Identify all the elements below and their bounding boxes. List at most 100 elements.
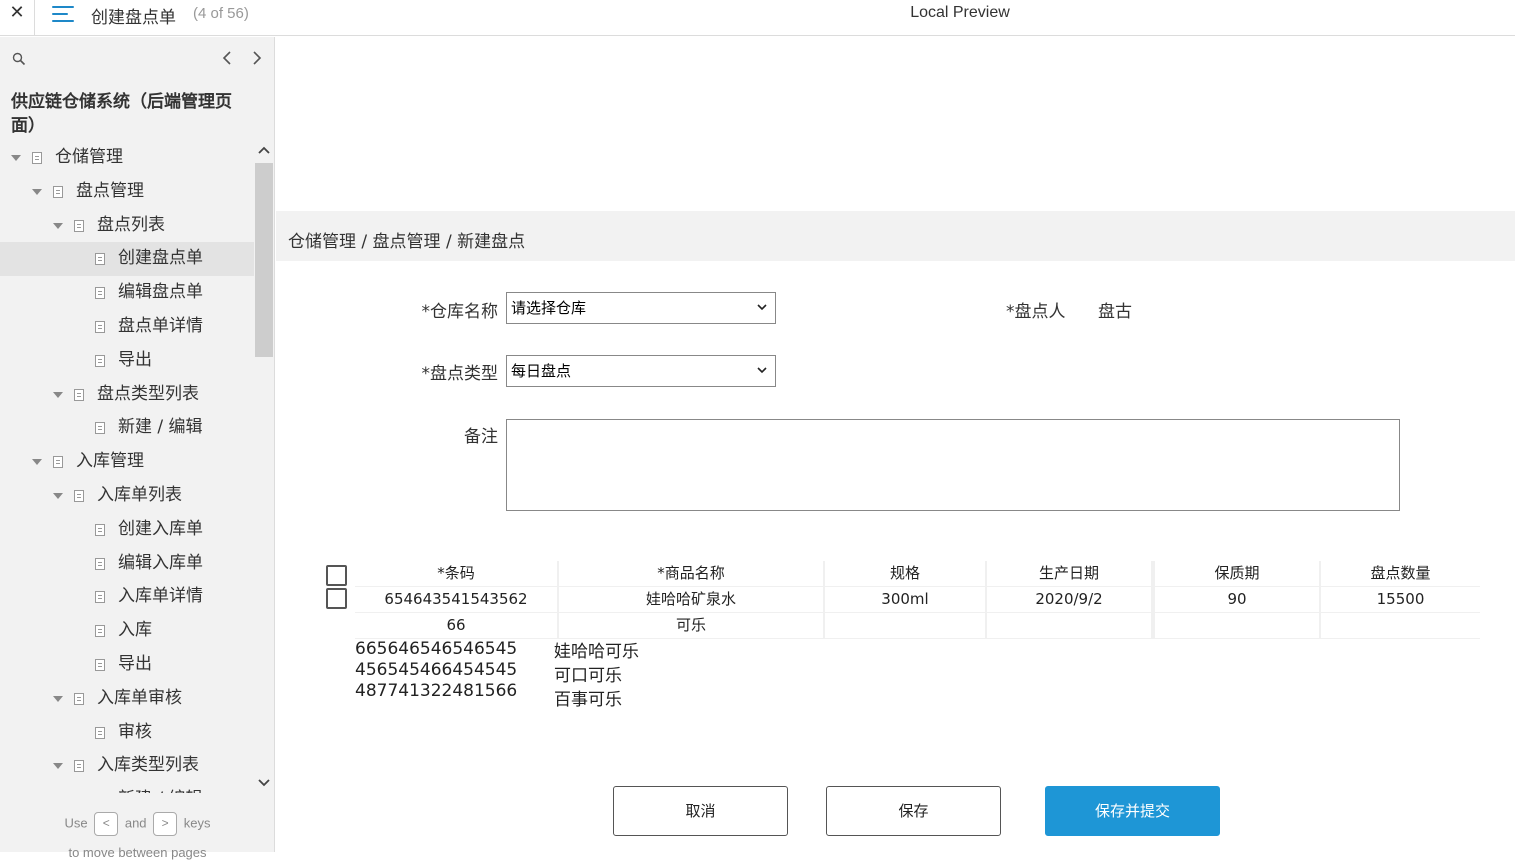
sidebar-tree-item[interactable]: 入库 [0, 614, 254, 648]
header-checkbox[interactable] [326, 565, 347, 586]
sidebar-tree-item[interactable]: 导出 [0, 648, 254, 682]
counter-value: 盘古 [1098, 302, 1132, 322]
sidebar-tree-item[interactable]: 导出 [0, 344, 254, 378]
keyboard-hint-line2: to move between pages [68, 845, 207, 860]
type-label: *盘点类型 [421, 364, 499, 384]
sidebar-tree-item[interactable]: 盘点管理 [0, 175, 254, 209]
sidebar-item-label: 创建盘点单 [118, 248, 203, 269]
page-icon [95, 354, 105, 367]
page-icon [95, 287, 105, 300]
page-icon [95, 591, 105, 604]
save-button[interactable]: 保存 [826, 786, 1001, 836]
suggestion-item[interactable]: 可口可乐 [554, 664, 639, 688]
caret-down-icon[interactable] [53, 492, 63, 499]
breadcrumb: 仓储管理 / 盘点管理 / 新建盘点 [288, 232, 526, 252]
save-submit-button[interactable]: 保存并提交 [1045, 786, 1220, 836]
sidebar-tree-item[interactable]: 编辑入库单 [0, 547, 254, 581]
table-cell[interactable]: 娃哈哈矿泉水 [559, 587, 823, 612]
caret-down-icon[interactable] [32, 188, 42, 195]
menu-icon[interactable] [52, 4, 74, 24]
table-header-cell: *条码 [355, 561, 557, 586]
table-cell[interactable] [987, 613, 1151, 638]
sidebar-item-label: 导出 [118, 653, 152, 674]
sidebar-tree-item[interactable]: 盘点单详情 [0, 310, 254, 344]
row-checkbox[interactable] [326, 588, 347, 609]
sidebar-tree-item[interactable]: 入库单审核 [0, 682, 254, 716]
page-icon [95, 726, 105, 739]
preview-title: Local Preview [910, 4, 1010, 21]
cancel-button[interactable]: 取消 [613, 786, 788, 836]
close-icon[interactable]: ✕ [0, 0, 34, 28]
caret-down-icon[interactable] [53, 391, 63, 398]
remark-textarea[interactable] [506, 419, 1400, 511]
caret-down-icon[interactable] [53, 763, 63, 770]
sidebar-item-label: 入库单审核 [97, 687, 182, 708]
sidebar-tree-item[interactable]: 新建 / 编辑 [0, 411, 254, 445]
page-icon [53, 185, 63, 198]
table-cell[interactable]: 654643541543562 [355, 587, 557, 612]
sidebar-tree-item[interactable]: 入库单详情 [0, 580, 254, 614]
chevron-up-icon[interactable] [258, 145, 270, 155]
page-icon [95, 422, 105, 435]
page-name: 创建盘点单 [91, 8, 176, 28]
sidebar-item-label: 入库单列表 [97, 484, 182, 505]
table-cell[interactable]: 66 [355, 613, 557, 638]
sidebar-tree-item[interactable]: 创建入库单 [0, 513, 254, 547]
table-cell[interactable]: 可乐 [559, 613, 823, 638]
warehouse-select-value: 请选择仓库 [511, 299, 587, 317]
warehouse-select[interactable]: 请选择仓库 [506, 292, 776, 324]
main-content: 仓储管理 / 盘点管理 / 新建盘点 *仓库名称 请选择仓库 *盘点人 盘古 *… [276, 37, 1515, 852]
suggestion-item[interactable]: 665646546546545 [355, 639, 517, 660]
name-suggestions: 娃哈哈可乐 可口可乐 百事可乐 [554, 640, 639, 712]
suggestion-item[interactable]: 娃哈哈可乐 [554, 640, 639, 664]
keyboard-hint: Use < and > keys [0, 812, 275, 836]
sidebar-tree-item[interactable]: 入库单列表 [0, 479, 254, 513]
counter-label: *盘点人 [1006, 302, 1066, 322]
table-header-cell: 盘点数量 [1321, 561, 1480, 586]
caret-down-icon[interactable] [53, 695, 63, 702]
sidebar-tree-item[interactable]: 盘点类型列表 [0, 378, 254, 412]
suggestion-item[interactable]: 456545466454545 [355, 660, 517, 681]
sidebar-item-label: 审核 [118, 721, 152, 742]
suggestion-item[interactable]: 487741322481566 [355, 681, 517, 702]
search-icon[interactable] [12, 52, 26, 66]
hint-text: keys [183, 815, 211, 831]
sidebar-scrollbar[interactable] [254, 141, 274, 793]
sidebar: 供应链仓储系统（后端管理页面） 仓储管理 盘点管理 盘点列表 创建盘点单 编辑盘点单 盘点… [0, 37, 275, 860]
chevron-down-icon [757, 304, 767, 311]
sidebar-tree-item[interactable]: 入库管理 [0, 445, 254, 479]
scroll-thumb[interactable] [255, 163, 273, 357]
chevron-left-icon[interactable] [220, 48, 236, 68]
chevron-down-icon[interactable] [258, 778, 270, 788]
table-cell[interactable] [825, 613, 985, 638]
table-cell[interactable]: 90 [1155, 587, 1319, 612]
sidebar-tree-item[interactable]: 仓储管理 [0, 141, 254, 175]
prev-key: < [94, 812, 119, 836]
warehouse-label: *仓库名称 [421, 302, 499, 322]
sidebar-item-label: 盘点类型列表 [97, 383, 199, 404]
caret-down-icon[interactable] [53, 222, 63, 229]
chevron-right-icon[interactable] [249, 48, 265, 68]
sidebar-tree-item[interactable]: 编辑盘点单 [0, 276, 254, 310]
table-cell[interactable]: 300ml [825, 587, 985, 612]
page-icon [95, 625, 105, 638]
suggestion-item[interactable]: 百事可乐 [554, 688, 639, 712]
table-cell[interactable] [1321, 613, 1480, 638]
sidebar-tree-item[interactable]: 盘点列表 [0, 209, 254, 243]
page-icon [74, 388, 84, 401]
remark-label: 备注 [464, 427, 498, 447]
type-select[interactable]: 每日盘点 [506, 355, 776, 387]
table-cell[interactable]: 15500 [1321, 587, 1480, 612]
caret-down-icon[interactable] [32, 459, 42, 466]
table-cell[interactable] [1155, 613, 1319, 638]
sidebar-tree-item[interactable]: 审核 [0, 716, 254, 750]
divider [34, 0, 35, 36]
table-cell[interactable]: 2020/9/2 [987, 587, 1151, 612]
sidebar-tree-item[interactable]: 新建 / 编辑 [0, 783, 254, 793]
sidebar-item-label: 盘点单详情 [118, 315, 203, 336]
page-count: (4 of 56) [193, 5, 249, 22]
page-icon [32, 152, 42, 164]
sidebar-tree-item[interactable]: 入库类型列表 [0, 749, 254, 783]
caret-down-icon[interactable] [11, 155, 21, 161]
sidebar-tree-item[interactable]: 创建盘点单 [0, 242, 254, 277]
